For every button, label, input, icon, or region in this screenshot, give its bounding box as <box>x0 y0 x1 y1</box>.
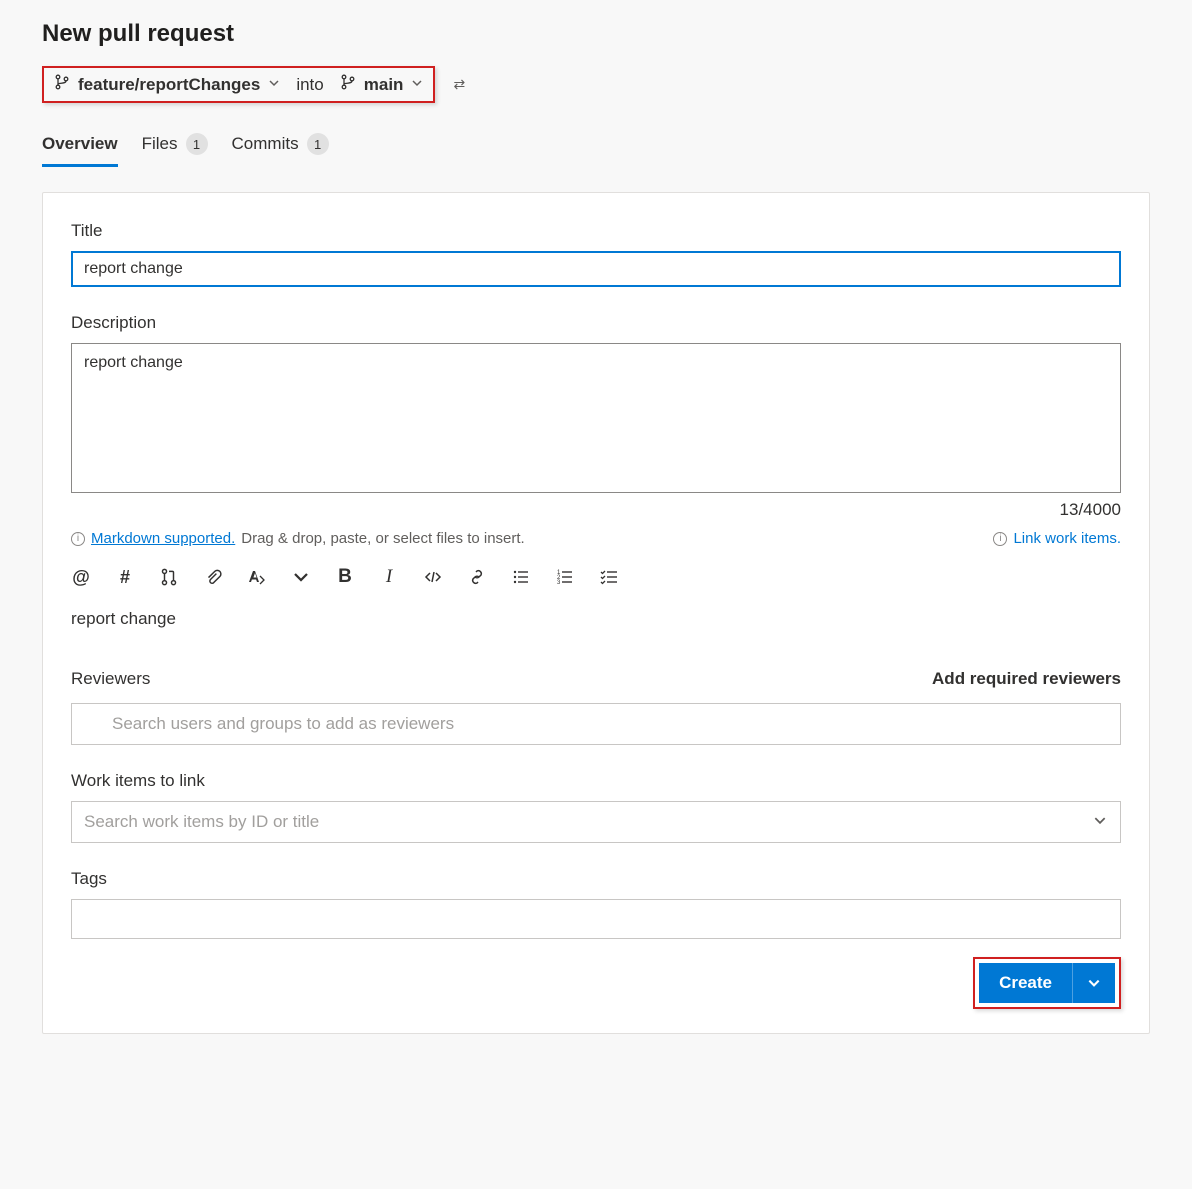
create-button[interactable]: Create <box>979 963 1072 1003</box>
tab-files-count: 1 <box>186 133 208 155</box>
create-dropdown-button[interactable] <box>1072 963 1115 1003</box>
branch-icon <box>340 74 356 95</box>
reviewers-search-input[interactable] <box>71 703 1121 745</box>
form-card: Title Description 13/4000 i Markdown sup… <box>42 192 1150 1034</box>
link-work-items[interactable]: i Link work items. <box>993 530 1121 547</box>
tags-input[interactable] <box>71 899 1121 939</box>
swap-branches-button[interactable]: ⇄ <box>449 72 469 97</box>
chevron-down-icon <box>411 77 423 92</box>
italic-icon[interactable]: I <box>379 567 399 587</box>
create-button-highlight: Create <box>973 957 1121 1009</box>
link-icon[interactable] <box>467 567 487 587</box>
tags-label: Tags <box>71 869 1121 889</box>
tab-label: Overview <box>42 134 118 154</box>
description-preview: report change <box>71 609 1121 629</box>
tab-files[interactable]: Files 1 <box>142 125 208 167</box>
target-branch-name: main <box>364 75 404 95</box>
description-label: Description <box>71 313 1121 333</box>
workitems-label: Work items to link <box>71 771 1121 791</box>
page-title: New pull request <box>42 20 1150 48</box>
info-icon: i <box>71 532 85 546</box>
hash-icon[interactable]: # <box>115 567 135 587</box>
chevron-down-icon[interactable] <box>291 567 311 587</box>
tab-label: Commits <box>232 134 299 154</box>
title-input[interactable] <box>71 251 1121 287</box>
text-style-icon[interactable] <box>247 567 267 587</box>
target-branch-selector[interactable]: main <box>340 74 424 95</box>
add-required-reviewers-button[interactable]: Add required reviewers <box>932 669 1121 689</box>
bold-icon[interactable]: B <box>335 567 355 587</box>
tab-label: Files <box>142 134 178 154</box>
code-icon[interactable] <box>423 567 443 587</box>
tab-overview[interactable]: Overview <box>42 125 118 167</box>
checklist-icon[interactable] <box>599 567 619 587</box>
bullet-list-icon[interactable] <box>511 567 531 587</box>
markdown-supported-link[interactable]: Markdown supported. <box>91 530 235 547</box>
workitems-search-input[interactable] <box>71 801 1121 843</box>
chevron-down-icon <box>268 77 280 92</box>
branch-selector-row: feature/reportChanges into main ⇄ <box>42 66 1150 103</box>
tabs: Overview Files 1 Commits 1 <box>42 125 1150 168</box>
link-work-items-label: Link work items. <box>1013 530 1121 547</box>
source-branch-selector[interactable]: feature/reportChanges <box>54 74 280 95</box>
attach-icon[interactable] <box>203 567 223 587</box>
reviewers-label: Reviewers <box>71 669 150 689</box>
branch-selector-highlight: feature/reportChanges into main <box>42 66 435 103</box>
source-branch-name: feature/reportChanges <box>78 75 260 95</box>
tab-commits[interactable]: Commits 1 <box>232 125 329 167</box>
tab-commits-count: 1 <box>307 133 329 155</box>
drag-hint: Drag & drop, paste, or select files to i… <box>241 530 524 547</box>
svg-text:3: 3 <box>557 580 561 586</box>
mention-icon[interactable]: @ <box>71 567 91 587</box>
numbered-list-icon[interactable]: 123 <box>555 567 575 587</box>
editor-toolbar: @ # B I <box>71 561 1121 593</box>
info-icon: i <box>993 532 1007 546</box>
title-label: Title <box>71 221 1121 241</box>
description-textarea[interactable] <box>71 343 1121 493</box>
pull-request-icon[interactable] <box>159 567 179 587</box>
branch-icon <box>54 74 70 95</box>
into-label: into <box>296 75 323 95</box>
char-count: 13/4000 <box>71 500 1121 520</box>
